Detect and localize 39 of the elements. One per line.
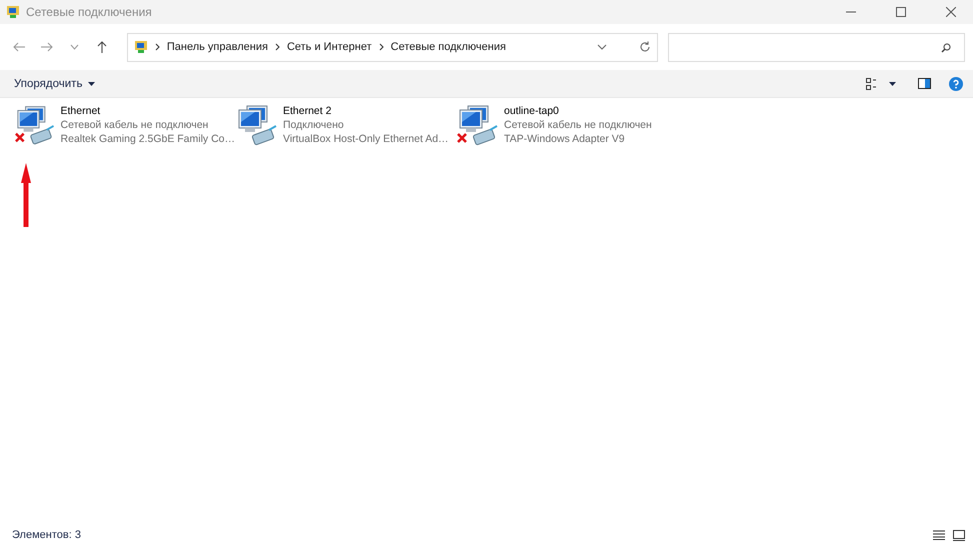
connection-status: Подключено (283, 118, 345, 132)
window-title: Сетевые подключения (26, 5, 153, 19)
preview-pane-icon[interactable] (918, 78, 931, 89)
close-icon[interactable] (946, 7, 956, 17)
connection-name[interactable]: outline-tap0 (504, 104, 652, 118)
address-bar[interactable]: Панель управления Сеть и Интернет Сетевые подключения (126, 32, 658, 62)
large-icons-view-icon[interactable] (953, 530, 965, 540)
chevron-down-icon (597, 44, 608, 50)
back-arrow-icon[interactable] (12, 42, 25, 52)
details-view-icon[interactable] (933, 530, 945, 540)
help-icon[interactable] (949, 76, 963, 90)
up-arrow-icon[interactable] (97, 41, 108, 53)
caret-down-icon (88, 82, 96, 86)
view-options-icon[interactable] (866, 78, 878, 90)
chevron-right-icon (274, 43, 280, 51)
connection-name[interactable]: Ethernet (60, 104, 235, 118)
search-field[interactable] (668, 32, 966, 62)
organize-menu[interactable]: Упорядочить (14, 78, 96, 90)
network-folder-icon (6, 5, 20, 19)
connection-name[interactable]: Ethernet 2 (283, 104, 449, 118)
chevron-right-icon (378, 43, 384, 51)
adapter-name: Realtek Gaming 2.5GbE Family Co… (60, 132, 235, 146)
connection-status: Сетевой кабель не подключен (504, 118, 652, 132)
caret-down-icon[interactable] (889, 82, 896, 86)
breadcrumb[interactable]: Панель управления (166, 41, 268, 53)
forward-arrow-icon[interactable] (40, 42, 53, 52)
breadcrumb[interactable]: Сеть и Интернет (286, 41, 372, 53)
adapter-name: TAP-Windows Adapter V9 (504, 132, 626, 146)
search-icon (941, 42, 952, 52)
maximize-icon[interactable] (896, 7, 906, 17)
adapter-name: VirtualBox Host-Only Ethernet Ad… (283, 132, 449, 146)
refresh-icon (639, 41, 652, 53)
item-count: Элементов: 3 (12, 529, 82, 541)
chevron-down-icon[interactable] (70, 44, 79, 50)
breadcrumb[interactable]: Сетевые подключения (390, 41, 506, 53)
network-folder-icon (134, 40, 148, 54)
annotation-arrow (20, 163, 32, 228)
chevron-right-icon (154, 43, 160, 51)
connection-status: Сетевой кабель не подключен (60, 118, 210, 132)
